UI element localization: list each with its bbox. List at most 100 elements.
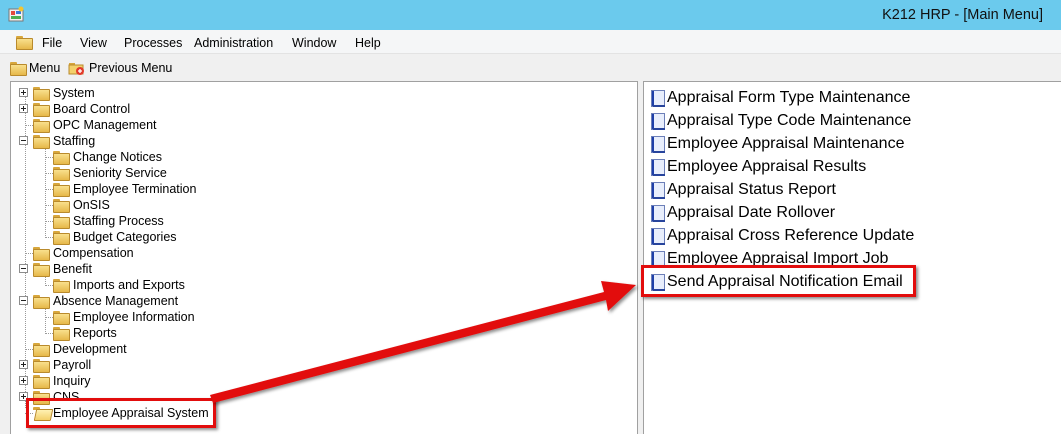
tree-node-budget-categories[interactable]: Budget Categories	[53, 229, 177, 245]
tree-node-staffing-process[interactable]: Staffing Process	[53, 213, 164, 229]
document-icon	[651, 204, 665, 222]
tree-node-inquiry[interactable]: Inquiry	[33, 373, 91, 389]
folder-icon	[33, 102, 50, 117]
folder-icon[interactable]	[16, 36, 33, 50]
tree-node-onsis[interactable]: OnSIS	[53, 197, 110, 213]
list-item-appraisal-status-report[interactable]: Appraisal Status Report	[651, 179, 836, 201]
list-item-appraisal-date-rollover[interactable]: Appraisal Date Rollover	[651, 202, 835, 224]
tree-node-label: Payroll	[53, 358, 92, 372]
tree-node-payroll[interactable]: Payroll	[33, 357, 91, 373]
tree-node-label: Change Notices	[73, 150, 162, 164]
tree-connector	[45, 189, 53, 190]
menu-button[interactable]: Menu	[10, 60, 60, 76]
tree-node-seniority-service[interactable]: Seniority Service	[53, 165, 167, 181]
tree-connector	[45, 285, 53, 286]
tree-node-label: Reports	[73, 326, 117, 340]
tree-node-label: Seniority Service	[73, 166, 167, 180]
tree-node-label: Staffing	[53, 134, 96, 148]
tree-node-label: System	[53, 86, 95, 100]
tree-node-label: Benefit	[53, 262, 92, 276]
tree-node-label: Absence Management	[53, 294, 179, 308]
folder-icon	[53, 230, 70, 245]
annotation-highlight-send-email	[641, 265, 916, 297]
collapse-minus-icon[interactable]	[19, 296, 28, 305]
tree-node-absence-management[interactable]: Absence Management	[33, 293, 178, 309]
menu-file[interactable]: File	[42, 36, 62, 50]
tree-connector	[45, 309, 46, 334]
tree-node-label: Budget Categories	[73, 230, 177, 244]
menu-tree: System Board Control OPC Management Staf…	[10, 81, 638, 434]
tree-connector	[45, 149, 46, 238]
tree-connector	[45, 173, 53, 174]
tree-node-employee-termination[interactable]: Employee Termination	[53, 181, 196, 197]
expand-plus-icon[interactable]	[19, 376, 28, 385]
tree-node-employee-information[interactable]: Employee Information	[53, 309, 195, 325]
annotation-highlight-appraisal-system	[26, 398, 216, 428]
tree-node-development[interactable]: Development	[33, 341, 127, 357]
tree-connector	[45, 317, 53, 318]
collapse-minus-icon[interactable]	[19, 264, 28, 273]
tree-node-benefit[interactable]: Benefit	[33, 261, 92, 277]
document-icon	[651, 89, 665, 107]
tree-node-opc-management[interactable]: OPC Management	[33, 117, 157, 133]
expand-plus-icon[interactable]	[19, 360, 28, 369]
list-item-label: Appraisal Form Type Maintenance	[667, 89, 911, 106]
tree-node-label: Development	[53, 342, 127, 356]
menu-view[interactable]: View	[80, 36, 107, 50]
collapse-minus-icon[interactable]	[19, 136, 28, 145]
tree-connector	[25, 253, 33, 254]
menu-processes[interactable]: Processes	[124, 36, 182, 50]
previous-menu-label: Previous Menu	[89, 61, 173, 75]
tree-node-compensation[interactable]: Compensation	[33, 245, 134, 261]
folder-icon	[33, 374, 50, 389]
tree-node-label: OnSIS	[73, 198, 110, 212]
tree-node-label: OPC Management	[53, 118, 157, 132]
previous-menu-button[interactable]: Previous Menu	[68, 60, 172, 76]
document-icon	[651, 158, 665, 176]
expand-plus-icon[interactable]	[19, 88, 28, 97]
tree-node-staffing[interactable]: Staffing	[33, 133, 95, 149]
folder-icon	[33, 134, 50, 149]
list-item-label: Appraisal Cross Reference Update	[667, 227, 915, 244]
tree-connector	[45, 237, 53, 238]
list-item-label: Employee Appraisal Maintenance	[667, 135, 905, 152]
tree-node-board-control[interactable]: Board Control	[33, 101, 130, 117]
list-item-label: Appraisal Status Report	[667, 181, 836, 198]
tree-node-change-notices[interactable]: Change Notices	[53, 149, 162, 165]
folder-icon	[53, 310, 70, 325]
list-item-appraisal-type-code[interactable]: Appraisal Type Code Maintenance	[651, 110, 911, 132]
title-bar: K212 HRP - [Main Menu]	[0, 0, 1061, 30]
expand-plus-icon[interactable]	[19, 104, 28, 113]
folder-icon	[53, 214, 70, 229]
tree-node-label: Employee Termination	[73, 182, 197, 196]
list-item-employee-appraisal-results[interactable]: Employee Appraisal Results	[651, 156, 866, 178]
folder-icon	[53, 182, 70, 197]
tree-node-label: Imports and Exports	[73, 278, 185, 292]
tree-connector	[45, 333, 53, 334]
menu-administration[interactable]: Administration	[194, 36, 273, 50]
folder-icon	[33, 262, 50, 277]
list-item-employee-appraisal-maintenance[interactable]: Employee Appraisal Maintenance	[651, 133, 904, 155]
document-icon	[651, 181, 665, 199]
folder-icon	[33, 118, 50, 133]
tree-node-imports-and-exports[interactable]: Imports and Exports	[53, 277, 185, 293]
list-item-appraisal-cross-reference[interactable]: Appraisal Cross Reference Update	[651, 225, 914, 247]
menu-bar: File View Processes Administration Windo…	[0, 30, 1061, 54]
menu-help[interactable]: Help	[355, 36, 381, 50]
tree-connector	[45, 205, 53, 206]
tree-node-system[interactable]: System	[33, 85, 95, 101]
tree-connector	[45, 221, 53, 222]
folder-icon	[33, 246, 50, 261]
tree-node-label: Staffing Process	[73, 214, 164, 228]
folder-icon	[33, 294, 50, 309]
tree-node-reports[interactable]: Reports	[53, 325, 117, 341]
tree-node-label: Employee Information	[73, 310, 195, 324]
list-item-appraisal-form-type[interactable]: Appraisal Form Type Maintenance	[651, 87, 910, 109]
tree-connector	[45, 157, 53, 158]
folder-icon	[53, 198, 70, 213]
menu-items-list: Appraisal Form Type Maintenance Appraisa…	[643, 81, 1061, 434]
app-icon[interactable]	[8, 6, 26, 24]
document-icon	[651, 227, 665, 245]
menu-window[interactable]: Window	[292, 36, 336, 50]
tree-node-label: Compensation	[53, 246, 134, 260]
